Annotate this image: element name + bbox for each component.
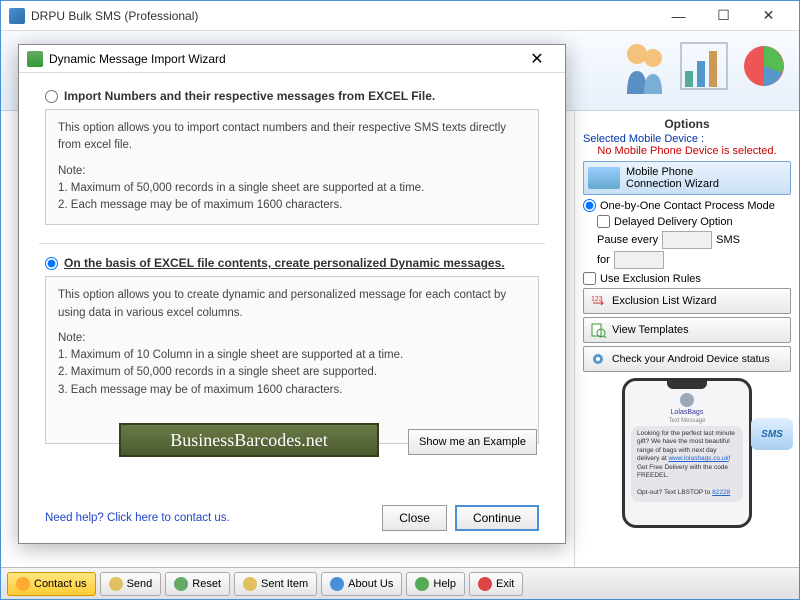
options-title: Options	[583, 117, 791, 131]
exclusion-icon: 123	[590, 293, 606, 309]
exclusion-rules-checkbox[interactable]	[583, 272, 596, 285]
delayed-delivery-label: Delayed Delivery Option	[614, 216, 733, 228]
android-btn-label: Check your Android Device status	[612, 353, 770, 365]
main-titlebar: DRPU Bulk SMS (Professional) — ☐ ✕	[1, 1, 799, 31]
bar-chart-icon	[679, 41, 729, 91]
wizard-line1: Mobile Phone	[626, 166, 719, 178]
option2-label[interactable]: On the basis of EXCEL file contents, cre…	[64, 256, 505, 270]
pause-every-label: Pause every	[597, 234, 658, 246]
delayed-delivery-checkbox[interactable]	[597, 215, 610, 228]
close-window-button[interactable]: ✕	[746, 2, 791, 30]
pause-every-input[interactable]	[662, 231, 712, 249]
phone-msg-meta: Text Message	[631, 418, 743, 424]
phone-link2: 82228	[712, 489, 730, 496]
dialog-title: Dynamic Message Import Wizard	[49, 52, 517, 66]
people-icon	[619, 36, 669, 96]
view-templates-button[interactable]: View Templates	[583, 317, 791, 343]
for-label: for	[597, 254, 610, 266]
connection-wizard-icon	[588, 167, 620, 189]
process-mode-label: One-by-One Contact Process Mode	[600, 200, 775, 212]
bubble-icon	[16, 577, 30, 591]
process-mode-radio[interactable]	[583, 199, 596, 212]
exit-icon	[478, 577, 492, 591]
exclusion-rules-label: Use Exclusion Rules	[600, 273, 701, 285]
show-example-button[interactable]: Show me an Example	[408, 429, 537, 455]
check-android-status-button[interactable]: Check your Android Device status	[583, 346, 791, 372]
svg-text:123: 123	[591, 296, 603, 303]
exclusion-btn-label: Exclusion List Wizard	[612, 295, 717, 307]
help-link[interactable]: Need help? Click here to contact us.	[45, 512, 230, 524]
app-title: DRPU Bulk SMS (Professional)	[31, 9, 656, 23]
minimize-button[interactable]: —	[656, 2, 701, 30]
dialog-close-button[interactable]: ✕	[517, 47, 557, 71]
option1-radio[interactable]	[45, 90, 58, 103]
phone-preview: LolasBags Text Message Looking for the p…	[583, 378, 791, 528]
options-panel: Options Selected Mobile Device : No Mobi…	[574, 111, 799, 567]
selected-device-value: No Mobile Phone Device is selected.	[583, 145, 791, 157]
info-icon	[330, 577, 344, 591]
sent-item-button[interactable]: Sent Item	[234, 572, 317, 596]
contact-us-button[interactable]: Contact us	[7, 572, 96, 596]
exclusion-list-wizard-button[interactable]: 123 Exclusion List Wizard	[583, 288, 791, 314]
selected-device-label: Selected Mobile Device :	[583, 133, 791, 145]
option2-description: This option allows you to create dynamic…	[45, 276, 539, 444]
phone-contact-name: LolasBags	[631, 409, 743, 416]
close-button[interactable]: Close	[382, 505, 447, 531]
reset-icon	[174, 577, 188, 591]
about-us-button[interactable]: About Us	[321, 572, 402, 596]
bottom-toolbar: Contact us Send Reset Sent Item About Us…	[1, 567, 799, 599]
phone-link1: www.lolasbags.co.uk	[668, 455, 728, 462]
sent-icon	[243, 577, 257, 591]
maximize-button[interactable]: ☐	[701, 2, 746, 30]
pause-unit: SMS	[716, 234, 740, 246]
help-icon	[415, 577, 429, 591]
dialog-icon	[27, 51, 43, 67]
help-button[interactable]: Help	[406, 572, 465, 596]
app-icon	[9, 8, 25, 24]
connection-wizard-button[interactable]: Mobile Phone Connection Wizard	[583, 161, 791, 195]
option1-description: This option allows you to import contact…	[45, 109, 539, 225]
import-wizard-dialog: Dynamic Message Import Wizard ✕ Import N…	[18, 44, 566, 544]
exit-button[interactable]: Exit	[469, 572, 523, 596]
templates-btn-label: View Templates	[612, 324, 689, 336]
for-input[interactable]	[614, 251, 664, 269]
gear-icon	[590, 351, 606, 367]
send-icon	[109, 577, 123, 591]
pie-chart-icon	[739, 41, 789, 91]
wizard-line2: Connection Wizard	[626, 178, 719, 190]
avatar-icon	[680, 393, 694, 407]
option2-radio[interactable]	[45, 257, 58, 270]
sms-badge-icon: SMS	[751, 418, 793, 450]
continue-button[interactable]: Continue	[455, 505, 539, 531]
phone-message-bubble: Looking for the perfect last minute gift…	[631, 426, 743, 502]
send-button[interactable]: Send	[100, 572, 162, 596]
reset-button[interactable]: Reset	[165, 572, 230, 596]
templates-icon	[590, 322, 606, 338]
watermark-badge: BusinessBarcodes.net	[119, 423, 379, 457]
phone-frame: LolasBags Text Message Looking for the p…	[622, 378, 752, 528]
dialog-titlebar: Dynamic Message Import Wizard ✕	[19, 45, 565, 73]
option1-label[interactable]: Import Numbers and their respective mess…	[64, 89, 435, 103]
